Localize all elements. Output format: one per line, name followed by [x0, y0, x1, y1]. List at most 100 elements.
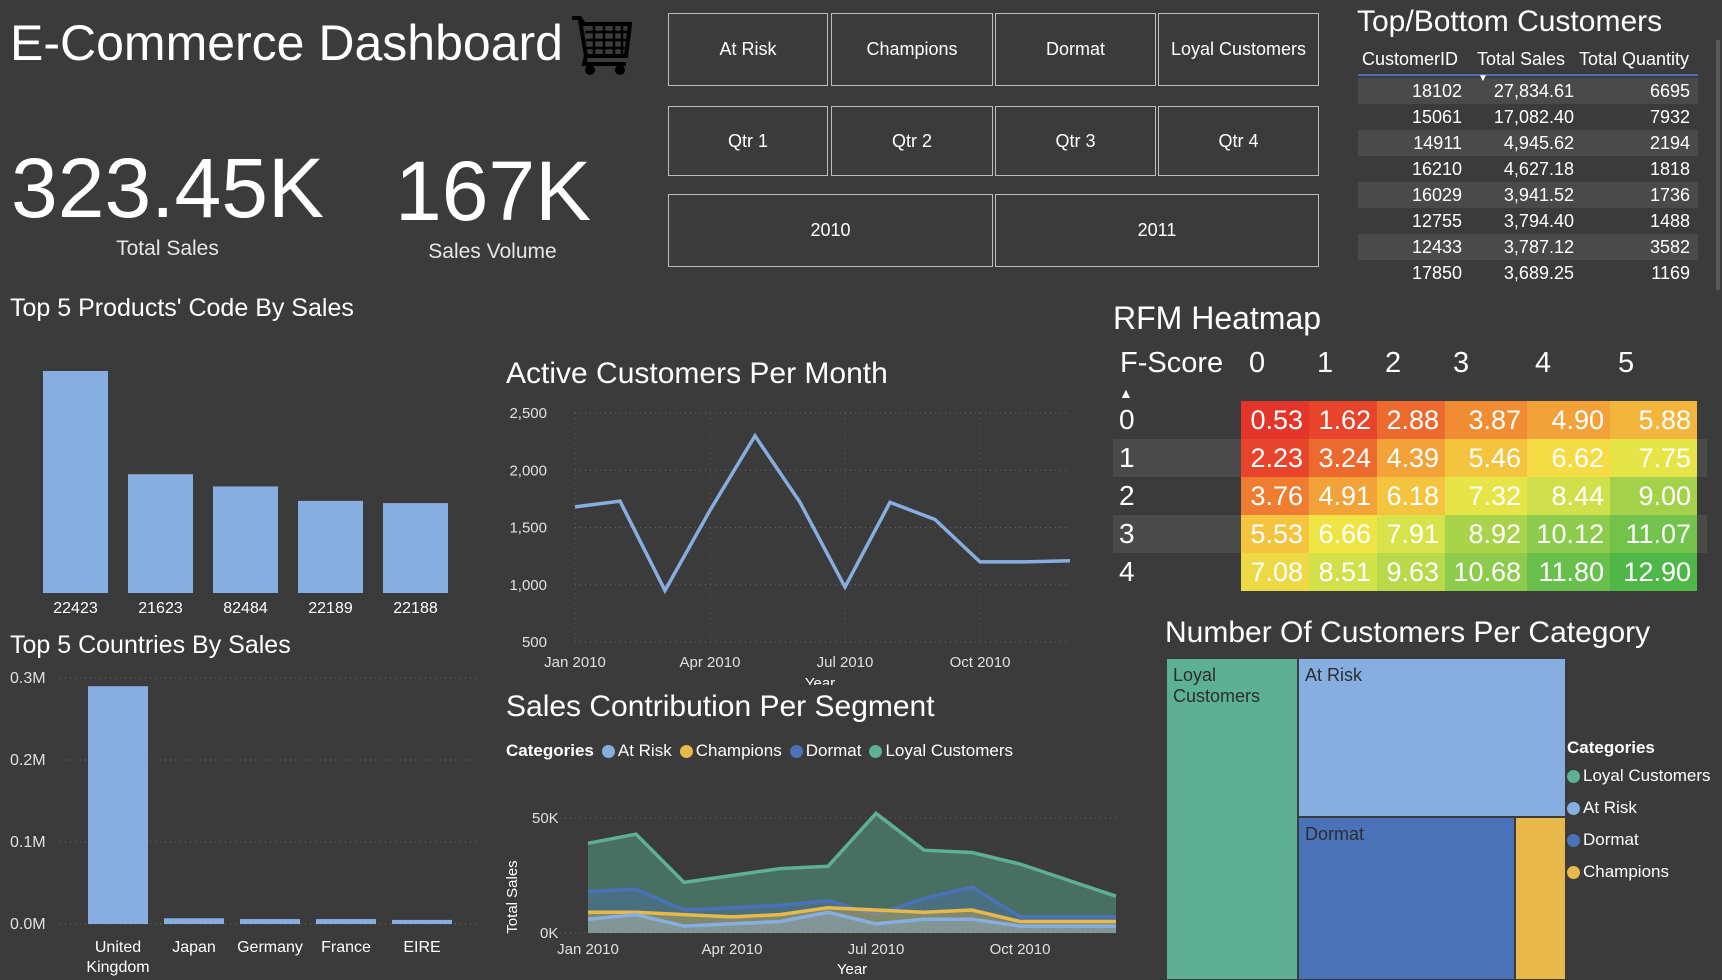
legend-item-loyal-customers[interactable]: Loyal Customers: [1567, 766, 1711, 786]
heatmap-cell[interactable]: 5.53: [1241, 515, 1309, 553]
heatmap-cell[interactable]: 9.00: [1610, 477, 1697, 515]
heatmap-cell[interactable]: 2.23: [1241, 439, 1309, 477]
table-row[interactable]: 15061 17,082.40 7932: [1358, 104, 1698, 130]
column-header-customerid[interactable]: CustomerID: [1358, 49, 1468, 70]
legend-item-at-risk[interactable]: At Risk: [1567, 798, 1711, 818]
bar[interactable]: [213, 486, 278, 593]
x-tick-label: Jan 2010: [544, 654, 606, 671]
table-row[interactable]: 12433 3,787.12 3582: [1358, 234, 1698, 260]
table-cell: 1818: [1649, 158, 1690, 179]
heatmap-column-header: 2: [1385, 346, 1402, 379]
table-body: 18102 27,834.61 6695 15061 17,082.40 7932 1491…: [1358, 78, 1698, 286]
heatmap-column-header: 5: [1618, 346, 1635, 379]
heatmap-cell[interactable]: 6.66: [1309, 515, 1377, 553]
y-tick-label: 0.3M: [10, 670, 46, 687]
treemap-title: Number Of Customers Per Category: [1165, 616, 1651, 649]
legend-item-dormat[interactable]: Dormat: [1567, 830, 1711, 850]
heatmap-cell[interactable]: 7.75: [1610, 439, 1697, 477]
bar[interactable]: [88, 686, 148, 924]
heatmap-cell[interactable]: 1.62: [1309, 401, 1377, 439]
y-tick-label: 2,000: [509, 462, 547, 479]
heatmap-cell[interactable]: 7.91: [1377, 515, 1445, 553]
x-axis-label: Year: [805, 675, 835, 685]
y-tick-label: 1,000: [509, 577, 547, 594]
sales-contribution-area-chart: 50K 0K Total Sales Jan 2010 Apr 2010 Jul 2010…: [504, 810, 1120, 978]
heatmap-cell[interactable]: 10.68: [1445, 553, 1527, 591]
table-row[interactable]: 18102 27,834.61 6695: [1358, 78, 1698, 104]
heatmap-cell[interactable]: 4.90: [1527, 401, 1610, 439]
heatmap-cell[interactable]: 8.51: [1309, 553, 1377, 591]
bar[interactable]: [164, 918, 224, 924]
heatmap-cell[interactable]: 0.53: [1241, 401, 1309, 439]
treemap-tile[interactable]: Loyal Customers: [1167, 659, 1297, 979]
table-cell: 16210: [1411, 158, 1462, 179]
bar[interactable]: [240, 919, 300, 924]
table-row[interactable]: 17850 3,689.25 1169: [1358, 260, 1698, 286]
bar[interactable]: [298, 500, 363, 593]
heatmap-cell[interactable]: 7.08: [1241, 553, 1309, 591]
legend-item-dormat[interactable]: Dormat: [789, 741, 861, 761]
quarter-1-button[interactable]: Qtr 1: [668, 106, 828, 176]
table-cell: 17,082.40: [1493, 106, 1574, 127]
kpi-total-sales: 323.45K Total Sales: [10, 140, 325, 261]
heatmap-cell[interactable]: 8.44: [1527, 477, 1610, 515]
table-row[interactable]: 16210 4,627.18 1818: [1358, 156, 1698, 182]
year-2011-button[interactable]: 2011: [995, 194, 1319, 267]
segment-at-risk-button[interactable]: At Risk: [668, 13, 828, 86]
heatmap-cell[interactable]: 4.39: [1377, 439, 1445, 477]
heatmap-cell[interactable]: 6.62: [1527, 439, 1610, 477]
heatmap-cell[interactable]: 3.76: [1241, 477, 1309, 515]
header-divider: [1358, 74, 1698, 76]
table-cell: 3,787.12: [1503, 236, 1574, 257]
heatmap-cell[interactable]: 7.32: [1445, 477, 1527, 515]
heatmap-cell[interactable]: 3.24: [1309, 439, 1377, 477]
quarter-4-button[interactable]: Qtr 4: [1158, 106, 1319, 176]
heatmap-cell[interactable]: 3.87: [1445, 401, 1527, 439]
column-header-total-sales[interactable]: Total Sales ▼: [1468, 49, 1578, 84]
legend-item-at-risk[interactable]: At Risk: [601, 741, 672, 761]
x-tick-label: Jul 2010: [817, 654, 874, 671]
series-line[interactable]: [574, 432, 1071, 595]
bar[interactable]: [316, 919, 376, 924]
treemap-tile[interactable]: [1516, 818, 1565, 979]
bar[interactable]: [128, 474, 193, 593]
quarter-2-button[interactable]: Qtr 2: [831, 106, 993, 176]
table-cell: 12433: [1411, 236, 1462, 257]
table-scrollbar[interactable]: [1716, 40, 1720, 290]
heatmap-cell[interactable]: 11.80: [1527, 553, 1610, 591]
table-row[interactable]: 14911 4,945.62 2194: [1358, 130, 1698, 156]
bar[interactable]: [43, 371, 108, 593]
heatmap-cell[interactable]: 8.92: [1445, 515, 1527, 553]
heatmap-cell[interactable]: 5.88: [1610, 401, 1697, 439]
bar[interactable]: [392, 919, 452, 924]
top-bottom-table: CustomerID Total Sales ▼ Total Quantity …: [1358, 44, 1698, 286]
table-cell: 3,794.40: [1503, 210, 1574, 231]
segment-loyal-customers-button[interactable]: Loyal Customers: [1158, 13, 1319, 86]
legend-item-loyal-customers[interactable]: Loyal Customers: [869, 741, 1013, 761]
segment-champions-button[interactable]: Champions: [831, 13, 993, 86]
heatmap-cell[interactable]: 4.91: [1309, 477, 1377, 515]
year-2010-button[interactable]: 2010: [668, 194, 993, 267]
heatmap-cell[interactable]: 9.63: [1377, 553, 1445, 591]
heatmap-cell[interactable]: 10.12: [1527, 515, 1610, 553]
treemap-tile[interactable]: Dormat: [1299, 818, 1514, 979]
legend-item-champions[interactable]: Champions: [1567, 862, 1711, 882]
treemap-tile[interactable]: At Risk: [1299, 659, 1565, 816]
table-row[interactable]: 12755 3,794.40 1488: [1358, 208, 1698, 234]
heatmap-row-header[interactable]: F-Score: [1113, 347, 1241, 380]
column-header-total-quantity[interactable]: Total Quantity: [1578, 49, 1698, 70]
heatmap-cell[interactable]: 11.07: [1610, 515, 1697, 553]
heatmap-cell[interactable]: 5.46: [1445, 439, 1527, 477]
heatmap-cell[interactable]: 6.18: [1377, 477, 1445, 515]
heatmap-cell[interactable]: 12.90: [1610, 553, 1697, 591]
table-cell: 6695: [1649, 80, 1690, 101]
quarter-3-button[interactable]: Qtr 3: [995, 106, 1156, 176]
heatmap-cell[interactable]: 2.88: [1377, 401, 1445, 439]
segment-dormat-button[interactable]: Dormat: [995, 13, 1156, 86]
top-bottom-title: Top/Bottom Customers: [1357, 5, 1663, 38]
x-tick-label: 21623: [138, 600, 183, 617]
bar[interactable]: [383, 503, 448, 593]
legend-item-champions[interactable]: Champions: [679, 741, 782, 761]
table-cell: 16029: [1411, 184, 1462, 205]
table-row[interactable]: 16029 3,941.52 1736: [1358, 182, 1698, 208]
